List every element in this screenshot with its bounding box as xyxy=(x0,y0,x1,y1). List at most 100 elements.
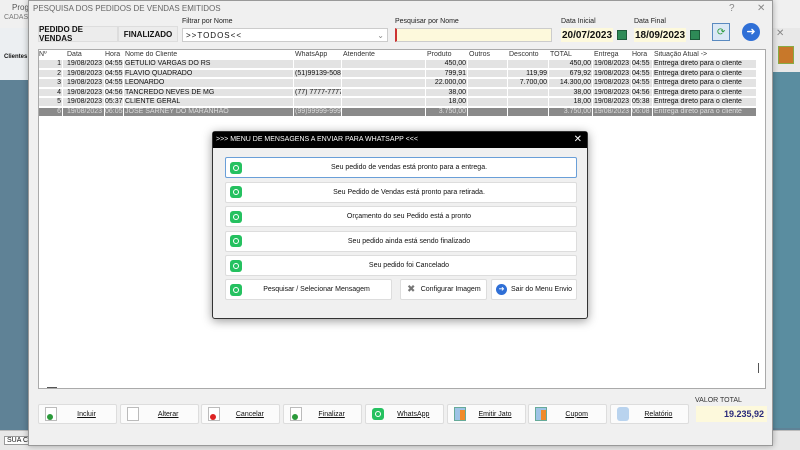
cell: 799,91 xyxy=(427,69,468,77)
date-start-input[interactable]: 20/07/2023 xyxy=(561,28,613,42)
cell: Entrega direto para o cliente xyxy=(654,107,757,116)
modal-close-button[interactable]: ✕ xyxy=(574,134,582,145)
cell: Atendente xyxy=(343,51,426,60)
cell: 18,00 xyxy=(550,98,593,106)
cell: Entrega direto para o cliente xyxy=(654,69,757,77)
filter-select[interactable]: >>TODOS<< ⌄ xyxy=(182,28,388,42)
search-input[interactable] xyxy=(395,28,552,42)
cell: Situação Atual -> xyxy=(654,51,757,60)
button-label: WhatsApp xyxy=(397,410,430,418)
cell xyxy=(509,88,549,96)
cupom-button[interactable]: Cupom xyxy=(528,404,608,424)
cell: 7.700,00 xyxy=(509,79,549,87)
cell: (77) 7777-7777 xyxy=(295,88,342,96)
cancelar-button[interactable]: Cancelar xyxy=(201,404,281,424)
cell: JOSE SARNEY DO MARANHAO xyxy=(125,107,294,116)
cell: 06:05 xyxy=(105,107,124,116)
cell xyxy=(343,98,426,106)
calendar-icon[interactable] xyxy=(617,30,627,40)
printer-jet-icon xyxy=(453,407,466,421)
cell: Outros xyxy=(469,51,508,60)
grid-scroll-marker[interactable] xyxy=(758,363,759,373)
cell: 450,00 xyxy=(550,60,593,68)
cell: CLIENTE GERAL xyxy=(125,98,294,106)
message-label: Seu Pedido de Vendas está pronto para re… xyxy=(333,188,485,196)
cell: 4 xyxy=(39,88,63,96)
cell: 19/08/2023 xyxy=(67,107,105,116)
table-row-3[interactable]: 4 19/08/2023 04:56 TANCREDO NEVES DE MG (77)… xyxy=(39,88,757,97)
report-printer-icon xyxy=(616,407,629,421)
cell: 05:38 xyxy=(632,98,653,106)
cell: 2 xyxy=(39,69,63,77)
tab-finalizado[interactable]: FINALIZADO xyxy=(118,26,178,42)
finalizar-button[interactable]: Finalizar xyxy=(283,404,363,424)
app-close-icon[interactable]: ✕ xyxy=(776,28,784,39)
button-label: Cupom xyxy=(565,410,588,418)
cell: Entrega direto para o cliente xyxy=(654,88,757,96)
table-row-5[interactable]: 6 19/08/2023 06:05 JOSE SARNEY DO MARANHAO(… xyxy=(39,107,757,116)
cell: LEONARDO xyxy=(125,79,294,87)
arrow-right-icon[interactable]: ➜ xyxy=(742,23,760,41)
cell xyxy=(509,60,549,68)
cell: 06:08 xyxy=(632,107,653,116)
cell xyxy=(343,69,426,77)
configure-image-button[interactable]: ✖ Configurar Imagem xyxy=(400,279,487,300)
cell: 19/08/2023 xyxy=(67,69,105,77)
tab-pedido-de-vendas[interactable]: PEDIDO DE VENDAS xyxy=(38,25,118,43)
cell: 14.300,00 xyxy=(550,79,593,87)
grid-header[interactable]: Nº Data Hora Nome do Cliente WhatsApp Atenden… xyxy=(39,51,757,60)
message-option-3[interactable]: Orçamento do seu Pedido está a pronto xyxy=(225,206,577,228)
cell: 19/08/2023 xyxy=(594,98,632,106)
desktop-area xyxy=(773,28,800,428)
cell: Entrega direto para o cliente xyxy=(654,98,757,106)
clientes-shortcut[interactable]: Clientes xyxy=(0,28,30,80)
table-row-2[interactable]: 3 19/08/2023 04:55 LEONARDO 22.000,00 7.700,0… xyxy=(39,79,757,88)
arrow-right-icon: ➜ xyxy=(496,284,507,295)
cell: Desconto xyxy=(509,51,549,60)
whatsapp-message-menu: >>> MENU DE MENSAGENS A ENVIAR PARA WHAT… xyxy=(212,131,588,319)
message-option-5[interactable]: Seu pedido foi Cancelado xyxy=(225,255,577,277)
cell xyxy=(343,88,426,96)
table-row-4[interactable]: 5 19/08/2023 05:37 CLIENTE GERAL 18,00 18,00 1… xyxy=(39,98,757,107)
cell: 19/08/2023 xyxy=(594,79,632,87)
date-end-input[interactable]: 18/09/2023 xyxy=(634,28,686,42)
cell: WhatsApp xyxy=(295,51,342,60)
button-label: Finalizar xyxy=(318,410,345,418)
button-label: Incluir xyxy=(77,410,96,418)
cell: Nº xyxy=(39,51,63,60)
relat-rio-button[interactable]: Relatório xyxy=(609,404,689,424)
table-row-0[interactable]: 1 19/08/2023 04:55 GETULIO VARGAS DO RS 450,… xyxy=(39,60,757,69)
incluir-button[interactable]: Incluir xyxy=(38,404,117,424)
exit-menu-button[interactable]: ➜ Sair do Menu Envio xyxy=(491,279,577,300)
calendar-icon[interactable] xyxy=(690,30,700,40)
cell: Entrega xyxy=(594,51,632,60)
cell: 1 xyxy=(39,60,63,68)
app-title: Prog xyxy=(12,3,29,12)
cell: 6 xyxy=(39,107,63,116)
help-button[interactable]: ? xyxy=(729,3,735,14)
cell: Entrega direto para o cliente xyxy=(654,79,757,87)
alterar-button[interactable]: Alterar xyxy=(119,404,199,424)
button-label: Cancelar xyxy=(235,410,264,418)
message-option-2[interactable]: Seu Pedido de Vendas está pronto para re… xyxy=(225,181,577,203)
whatsapp-icon xyxy=(371,408,384,420)
exit-door-icon[interactable] xyxy=(778,46,794,64)
emitir-jato-button[interactable]: Emitir Jato xyxy=(446,404,526,424)
cell xyxy=(295,98,342,106)
tools-icon: ✖ xyxy=(407,284,416,295)
document-add-icon xyxy=(45,407,57,421)
cell xyxy=(509,107,549,116)
search-message-label: Pesquisar / Selecionar Mensagem xyxy=(263,286,370,293)
refresh-icon[interactable]: ⟳ xyxy=(712,23,730,41)
close-button[interactable]: ✕ xyxy=(757,3,765,14)
search-message-button[interactable]: Pesquisar / Selecionar Mensagem xyxy=(225,279,392,300)
cell xyxy=(295,79,342,87)
message-option-1[interactable]: Seu pedido de vendas está pronto para a … xyxy=(225,157,577,178)
whatsapp-icon xyxy=(230,235,242,248)
cell xyxy=(295,60,342,68)
app-menu-cadastro[interactable]: CADAS xyxy=(4,14,28,21)
table-row-1[interactable]: 2 19/08/2023 04:55 FLÁVIO QUADRADO (51)99139… xyxy=(39,69,757,78)
message-option-4[interactable]: Seu pedido ainda está sendo finalizado xyxy=(225,230,577,252)
cell: 04:55 xyxy=(632,79,653,87)
whatsapp-button[interactable]: WhatsApp xyxy=(364,404,444,424)
